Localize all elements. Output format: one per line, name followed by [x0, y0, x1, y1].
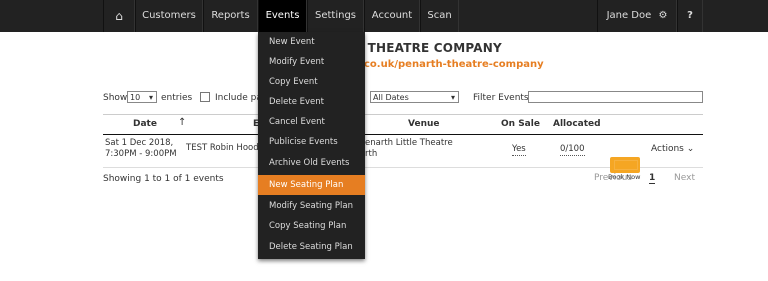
include-checkbox[interactable] [200, 92, 210, 102]
top-navbar: ⌂ Customers Reports Events Settings Acco… [0, 0, 768, 32]
page-1-button[interactable]: 1 [649, 173, 656, 184]
col-onsale[interactable]: On Sale [501, 119, 540, 129]
menu-publicise-events[interactable]: Publicise Events [258, 132, 365, 152]
previous-button[interactable]: Previous [594, 173, 632, 183]
venue-line1: enarth Little Theatre [365, 138, 453, 148]
menu-copy-event[interactable]: Copy Event [258, 72, 365, 92]
nav-settings[interactable]: Settings [307, 0, 364, 32]
showing-count: Showing 1 to 1 of 1 events [103, 174, 224, 184]
company-title: H THEATRE COMPANY [353, 41, 502, 55]
entries-label: entries [161, 93, 193, 103]
event-date-line1: Sat 1 Dec 2018, [105, 138, 174, 148]
sort-up-icon[interactable]: ↑ [178, 117, 186, 128]
menu-archive-old-events[interactable]: Archive Old Events [258, 153, 365, 173]
menu-copy-seating-plan[interactable]: Copy Seating Plan [258, 216, 365, 236]
nav-events[interactable]: Events [258, 0, 307, 32]
table-controls: Show 10 ▾ entries Include pa All Dates ▾… [103, 91, 703, 105]
event-date-line2: 7:30PM - 9:00PM [105, 149, 177, 159]
help-button[interactable]: ? [677, 0, 703, 32]
entries-select[interactable]: 10 ▾ [127, 91, 157, 103]
chevron-down-icon: ▾ [148, 93, 153, 102]
menu-modify-event[interactable]: Modify Event [258, 52, 365, 72]
menu-delete-event[interactable]: Delete Event [258, 92, 365, 112]
venue-line2: rth [365, 149, 378, 159]
home-icon: ⌂ [115, 9, 123, 23]
menu-new-event[interactable]: New Event [258, 32, 365, 52]
company-link[interactable]: co.uk/penarth-theatre-company [364, 59, 544, 70]
menu-new-seating-plan[interactable]: New Seating Plan [258, 175, 365, 195]
gear-icon: ⚙ [658, 10, 668, 21]
on-sale-value[interactable]: Yes [512, 144, 526, 156]
filter-input[interactable] [528, 91, 703, 103]
nav-reports[interactable]: Reports [203, 0, 258, 32]
next-button[interactable]: Next [674, 173, 695, 183]
nav-customers[interactable]: Customers [135, 0, 203, 32]
show-label: Show [103, 93, 128, 103]
col-date[interactable]: Date [133, 119, 157, 129]
chevron-down-icon: ▾ [450, 93, 455, 102]
user-name: Jane Doe [606, 10, 652, 21]
menu-modify-seating-plan[interactable]: Modify Seating Plan [258, 196, 365, 216]
menu-delete-seating-plan[interactable]: Delete Seating Plan [258, 237, 365, 257]
include-label: Include pa [215, 93, 262, 103]
nav-account[interactable]: Account [364, 0, 420, 32]
table-row: Sat 1 Dec 2018, 7:30PM - 9:00PM TEST Rob… [103, 135, 703, 181]
events-dropdown-menu: New Event Modify Event Copy Event Delete… [258, 32, 365, 259]
home-button[interactable]: ⌂ [103, 0, 135, 32]
dates-select[interactable]: All Dates ▾ [370, 91, 459, 103]
col-allocated[interactable]: Allocated [553, 119, 601, 129]
user-menu[interactable]: Jane Doe ⚙ [597, 0, 677, 32]
col-venue[interactable]: Venue [408, 119, 440, 129]
nav-scan[interactable]: Scan [420, 0, 459, 32]
event-name: TEST Robin Hood [186, 143, 259, 153]
ticket-icon[interactable] [610, 157, 640, 173]
actions-button[interactable]: Actions ⌄ [651, 144, 694, 155]
events-table: Date ↑ E Venue On Sale Allocated Sat 1 D… [103, 114, 703, 181]
menu-cancel-event[interactable]: Cancel Event [258, 112, 365, 132]
allocated-value[interactable]: 0/100 [560, 144, 585, 156]
table-header: Date ↑ E Venue On Sale Allocated [103, 115, 703, 135]
filter-label: Filter Events [473, 93, 529, 103]
